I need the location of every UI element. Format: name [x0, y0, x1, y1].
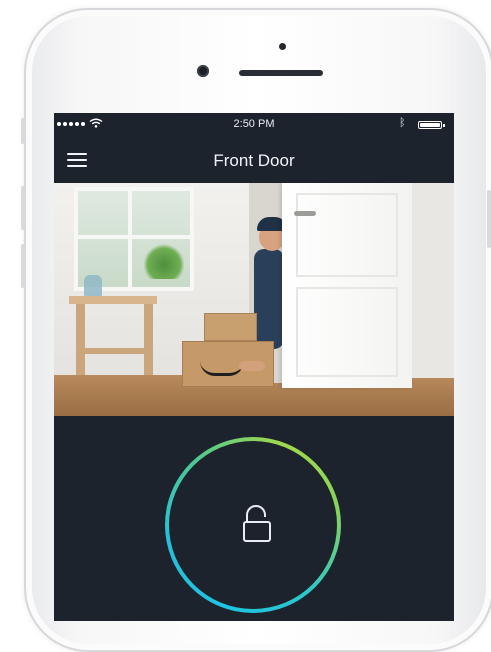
app-screen: 2:50 PM ᛒ Front Door: [54, 113, 454, 621]
feed-stool-rung: [80, 348, 146, 354]
lock-toggle-button[interactable]: [165, 437, 341, 613]
feed-right-wall: [412, 183, 454, 378]
status-bar: 2:50 PM ᛒ: [54, 113, 454, 137]
side-button-left-2: [21, 186, 25, 230]
app-header: Front Door: [54, 137, 454, 183]
feed-stool-leg: [76, 304, 85, 384]
feed-stool-leg: [144, 304, 153, 384]
earpiece-speaker: [239, 70, 323, 76]
feed-stool: [69, 296, 157, 304]
battery-icon: [418, 121, 445, 129]
open-padlock-icon: [243, 505, 271, 542]
lock-toggle-inner: [169, 441, 337, 609]
feed-open-door: [282, 183, 412, 388]
feed-person-hand: [239, 361, 265, 371]
feed-plant: [144, 243, 184, 279]
lock-control-area: [54, 416, 454, 621]
feed-door-handle: [294, 211, 316, 216]
power-button: [487, 190, 491, 248]
feed-delivery-person: [254, 249, 284, 349]
page-title: Front Door: [213, 151, 295, 170]
side-button-left: [21, 118, 25, 144]
phone-microphone: [279, 43, 286, 50]
side-button-left-3: [21, 244, 25, 288]
camera-feed[interactable]: [54, 183, 454, 416]
feed-package-small: [204, 313, 257, 341]
status-time: 2:50 PM: [233, 118, 275, 130]
front-camera: [197, 65, 209, 77]
bluetooth-icon: ᛒ: [399, 117, 406, 129]
